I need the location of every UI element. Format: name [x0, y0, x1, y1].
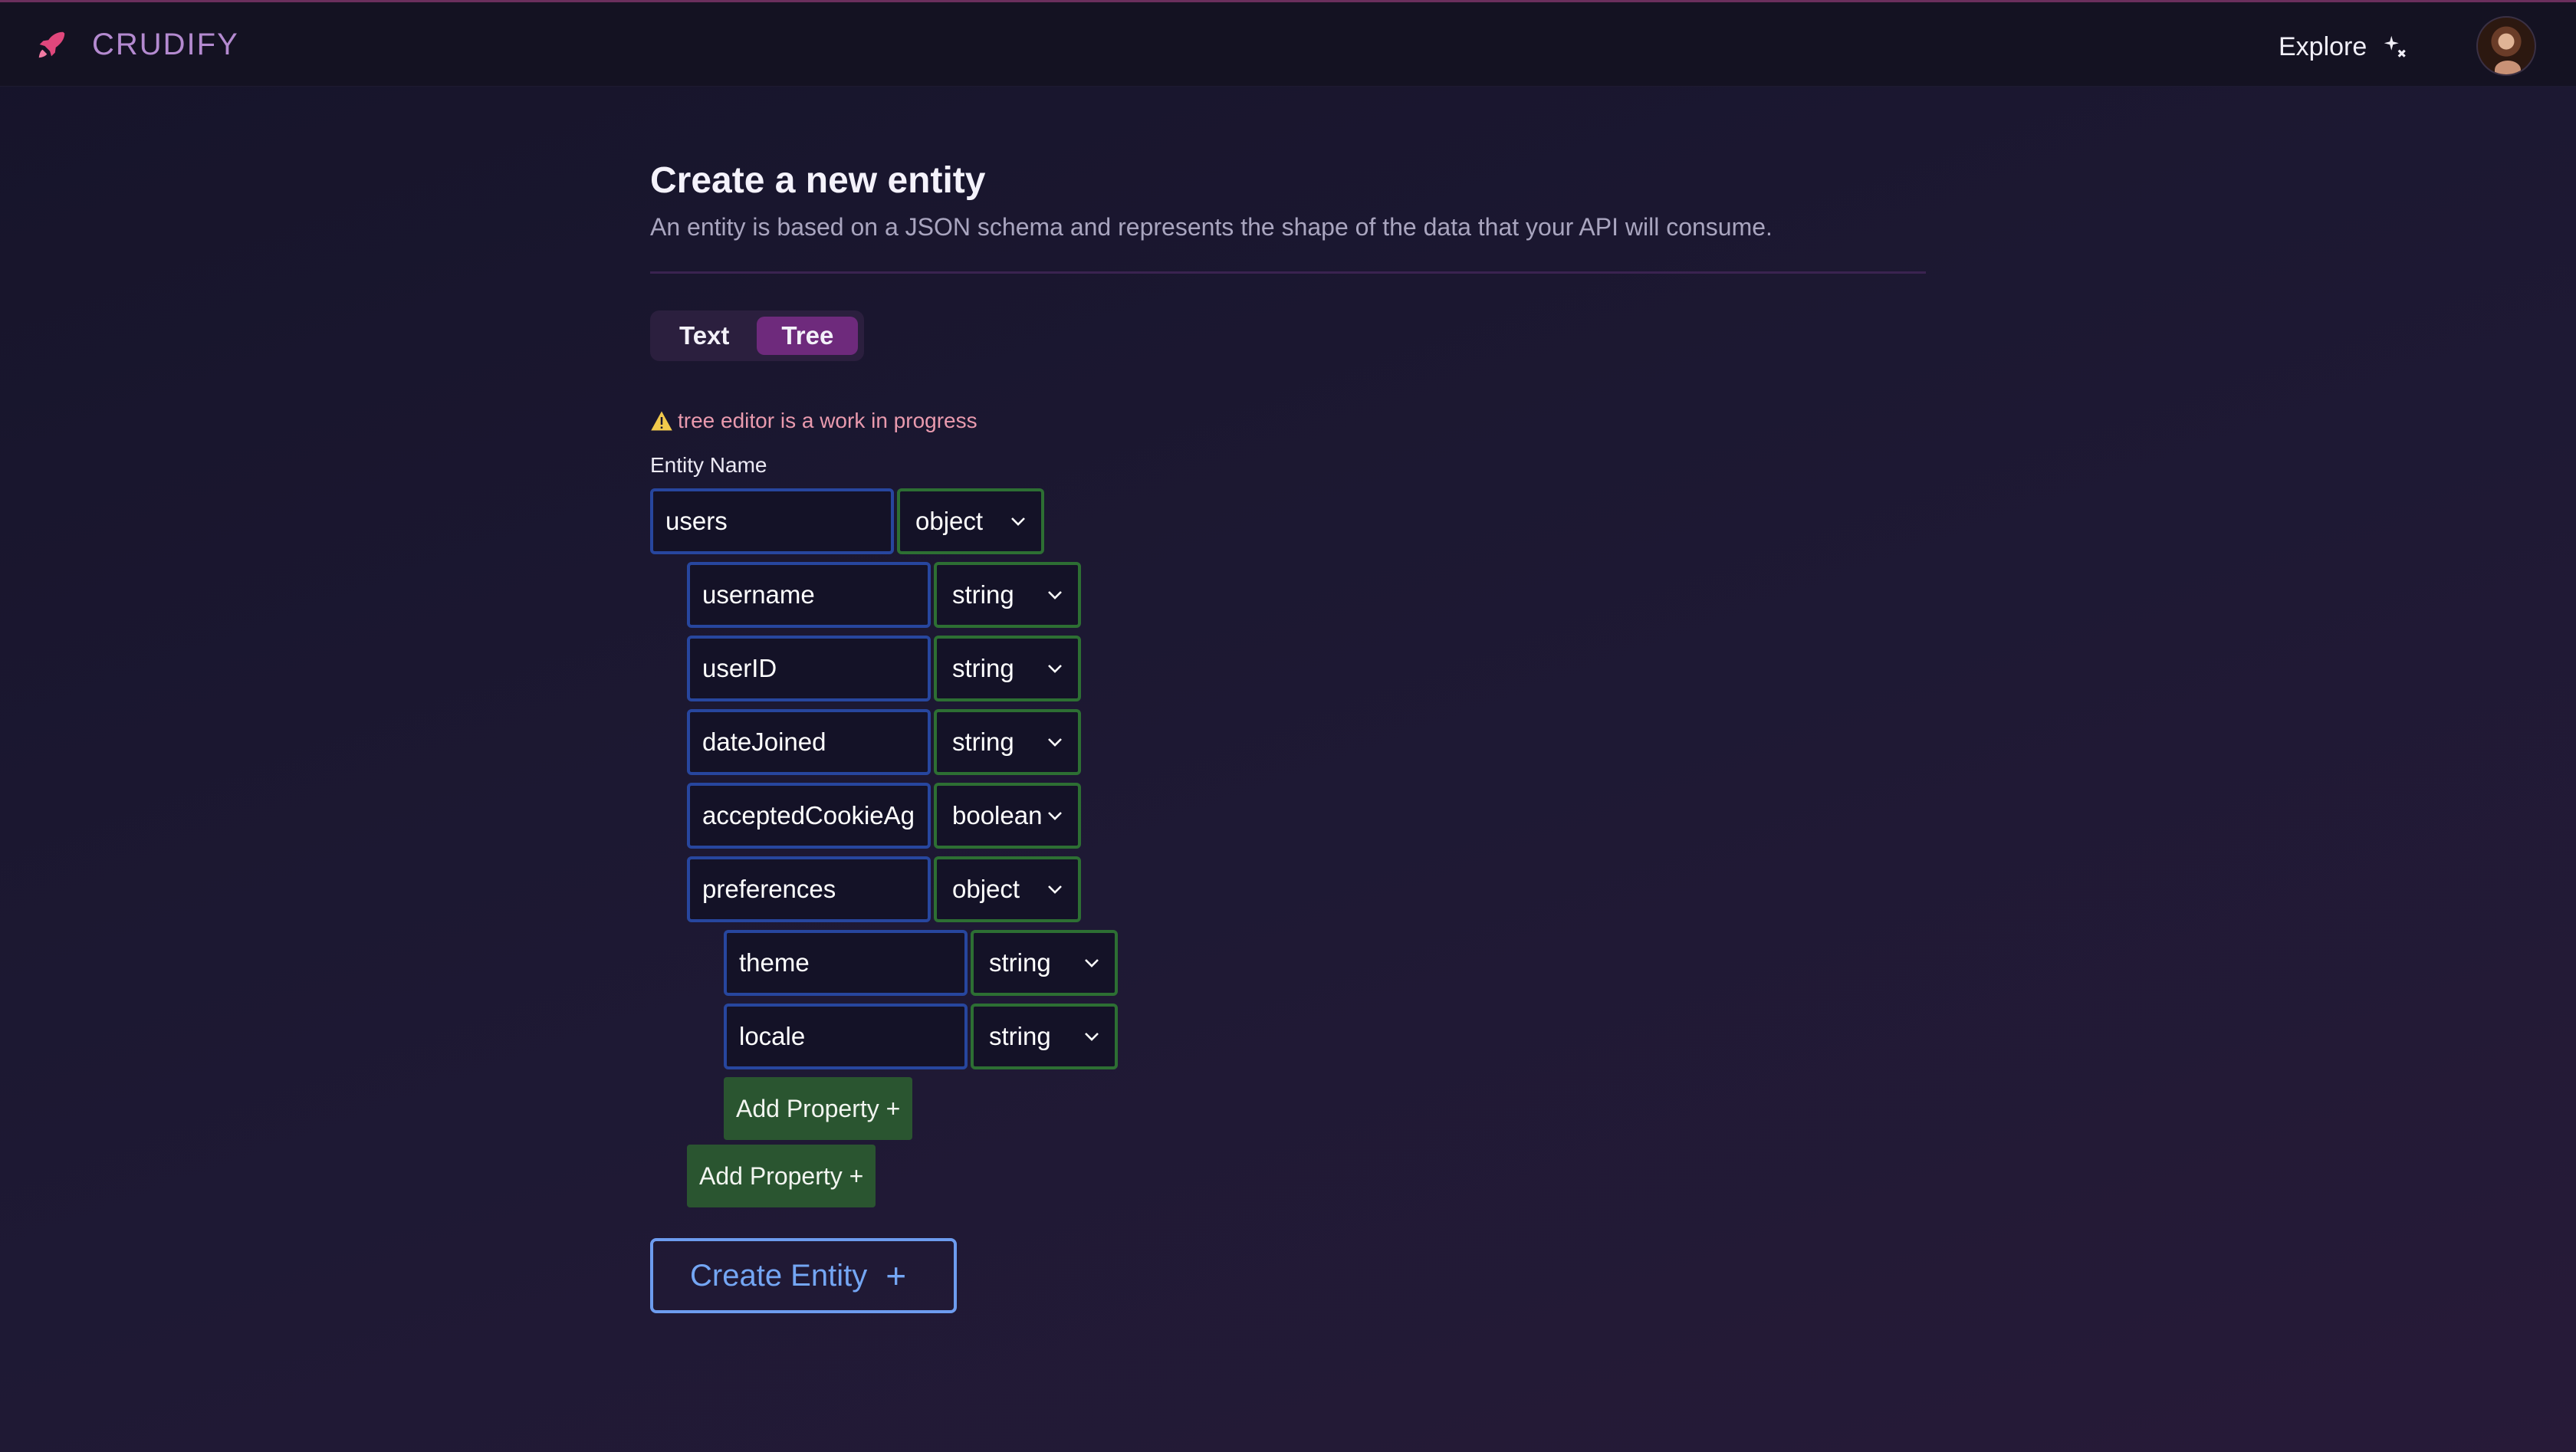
create-entity-label: Create Entity	[690, 1258, 868, 1293]
type-value: object	[952, 875, 1020, 903]
brand-name[interactable]: CRUDIFY	[92, 25, 239, 64]
nested-property-row: string	[724, 930, 1926, 996]
plus-icon: +	[886, 1256, 907, 1296]
section-divider	[650, 271, 1926, 274]
user-avatar[interactable]	[2476, 16, 2536, 76]
entity-name-input[interactable]	[650, 488, 894, 554]
property-row: string	[687, 636, 1926, 701]
property-name-input[interactable]	[687, 562, 931, 628]
type-value: string	[952, 654, 1014, 682]
warning-message: tree editor is a work in progress	[650, 407, 1926, 435]
entity-root-row: object	[650, 488, 1926, 554]
chevron-down-icon	[1085, 959, 1099, 967]
property-name-input[interactable]	[724, 1004, 968, 1069]
nested-add-wrapper: Add Property +	[724, 1077, 1926, 1140]
entity-name-label: Entity Name	[650, 453, 767, 477]
entity-type-select[interactable]: object	[897, 488, 1044, 554]
page-title: Create a new entity	[650, 160, 986, 201]
property-name-input[interactable]	[687, 856, 931, 922]
property-type-select[interactable]: string	[934, 562, 1081, 628]
type-value: object	[915, 507, 984, 535]
warning-text: tree editor is a work in progress	[678, 409, 978, 432]
main-content: Create a new entity An entity is based o…	[650, 158, 1926, 1313]
explore-label: Explore	[2279, 31, 2367, 61]
editor-mode-toggle: Text Tree	[650, 310, 865, 361]
property-type-select[interactable]: object	[934, 856, 1081, 922]
toggle-text[interactable]: Text	[656, 317, 752, 355]
add-nested-property-button[interactable]: Add Property +	[724, 1077, 913, 1140]
property-type-select[interactable]: string	[934, 709, 1081, 775]
add-wrapper: Add Property +	[687, 1145, 1926, 1207]
chevron-down-icon	[1048, 591, 1062, 600]
type-value: string	[952, 728, 1014, 756]
type-value: string	[989, 1022, 1051, 1050]
property-type-select[interactable]: string	[934, 636, 1081, 701]
property-row: string	[687, 562, 1926, 628]
chevron-down-icon	[1048, 665, 1062, 673]
property-type-select[interactable]: string	[971, 930, 1118, 996]
chevron-down-icon	[1085, 1033, 1099, 1041]
chevron-down-icon	[1048, 738, 1062, 747]
property-name-input[interactable]	[687, 636, 931, 701]
property-name-input[interactable]	[687, 783, 931, 849]
type-value: string	[989, 948, 1051, 977]
top-navbar: CRUDIFY Explore	[0, 2, 2576, 87]
warning-icon	[651, 411, 672, 431]
property-row: boolean	[687, 783, 1926, 849]
explore-link[interactable]: Explore	[2279, 28, 2410, 66]
property-row: object	[687, 856, 1926, 922]
property-row: string	[687, 709, 1926, 775]
chevron-down-icon	[1048, 885, 1062, 894]
add-property-button[interactable]: Add Property +	[687, 1145, 876, 1207]
create-entity-button[interactable]: Create Entity +	[650, 1238, 957, 1313]
property-name-input[interactable]	[724, 930, 968, 996]
nested-property-row: string	[724, 1004, 1926, 1069]
property-type-select[interactable]: boolean	[934, 783, 1081, 849]
sparkles-icon	[2384, 35, 2407, 57]
property-name-input[interactable]	[687, 709, 931, 775]
chevron-down-icon	[1048, 812, 1062, 820]
type-value: string	[952, 580, 1014, 609]
type-value: boolean	[952, 801, 1043, 829]
page-subtitle: An entity is based on a JSON schema and …	[650, 213, 1773, 241]
toggle-tree[interactable]: Tree	[757, 317, 859, 355]
property-type-select[interactable]: string	[971, 1004, 1118, 1069]
rocket-icon	[38, 31, 65, 58]
chevron-down-icon	[1011, 517, 1025, 526]
